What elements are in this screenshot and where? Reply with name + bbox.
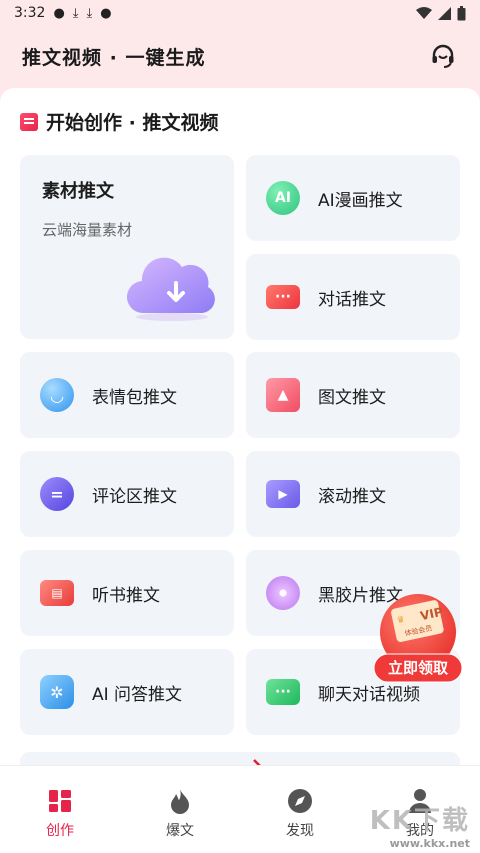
- image-text-tweet-tile[interactable]: ▲ 图文推文: [246, 352, 460, 438]
- chat-icon: ···: [266, 679, 300, 705]
- ai-qa-tweet-tile[interactable]: ✲ AI 问答推文: [20, 649, 234, 735]
- image-icon: ▲: [266, 378, 300, 412]
- vip-claim-button: 立即领取: [388, 659, 449, 677]
- ai-comic-tweet-tile[interactable]: AI AI漫画推文: [246, 155, 460, 241]
- status-time: 3:32: [14, 5, 46, 21]
- wifi-icon: [416, 6, 432, 19]
- cloud-download-icon: [126, 257, 215, 321]
- book-icon: ▤: [40, 580, 74, 606]
- battery-icon: [457, 5, 466, 20]
- signal-icon: [438, 6, 451, 20]
- wechat-icon: ●: [100, 5, 112, 21]
- tile-label: 图文推文: [318, 387, 386, 408]
- material-tweet-tile[interactable]: 素材推文 云端海量素材: [20, 155, 234, 339]
- grid-icon: [47, 788, 73, 814]
- emoji-icon: ◡: [40, 378, 74, 412]
- watermark-url: www.kkx.net: [389, 837, 470, 850]
- audiobook-tweet-tile[interactable]: ▤ 听书推文: [20, 550, 234, 636]
- tab-label: 爆文: [166, 823, 194, 839]
- tab-create[interactable]: 创作: [0, 766, 120, 853]
- tab-label: 创作: [46, 823, 74, 839]
- ai-comic-icon: AI: [266, 181, 300, 215]
- compass-icon: [287, 788, 313, 814]
- vip-promo-badge[interactable]: VIP 体验会员 ♛ 立即领取: [372, 592, 464, 688]
- comment-icon: =: [40, 477, 74, 511]
- headset-icon: [432, 44, 454, 68]
- tile-label: AI 问答推文: [92, 684, 183, 705]
- tile-label: 表情包推文: [92, 387, 177, 408]
- status-bar: 3:32 ● ⤓ ⤓ ●: [0, 0, 480, 26]
- tab-hot[interactable]: 爆文: [120, 766, 240, 853]
- vinyl-icon: [266, 576, 300, 610]
- tile-label: 评论区推文: [92, 486, 177, 507]
- dialog-icon: ···: [266, 285, 300, 309]
- customer-service-button[interactable]: [428, 41, 458, 71]
- download-icon: ⤓: [86, 5, 93, 21]
- emoji-tweet-tile[interactable]: ◡ 表情包推文: [20, 352, 234, 438]
- app-title: 推文视频 · 一键生成: [22, 46, 206, 69]
- app-header: 推文视频 · 一键生成: [0, 26, 480, 86]
- watermark-text: KK下载: [369, 806, 470, 836]
- create-section-icon: [20, 112, 38, 131]
- tile-label: AI漫画推文: [318, 190, 403, 211]
- download-icon: ⤓: [72, 5, 79, 21]
- section-title: 开始创作 · 推文视频: [46, 112, 219, 134]
- qa-icon: ✲: [40, 675, 74, 709]
- tile-label: 对话推文: [318, 289, 386, 310]
- material-tweet-subtitle: 云端海量素材: [42, 221, 133, 239]
- scroll-tweet-tile[interactable]: ▶ 滚动推文: [246, 451, 460, 537]
- dialog-tweet-tile[interactable]: ··· 对话推文: [246, 254, 460, 340]
- tile-label: 听书推文: [92, 585, 160, 606]
- flame-icon: [167, 788, 193, 814]
- section-header: 开始创作 · 推文视频: [20, 108, 218, 135]
- comment-tweet-tile[interactable]: = 评论区推文: [20, 451, 234, 537]
- tile-label: 滚动推文: [318, 486, 386, 507]
- tab-label: 发现: [286, 823, 314, 839]
- tab-discover[interactable]: 发现: [240, 766, 360, 853]
- watermark: KK下载 www.kkx.net: [370, 800, 470, 850]
- scroll-play-icon: ▶: [266, 480, 300, 508]
- wechat-icon: ●: [53, 5, 65, 21]
- material-tweet-title: 素材推文: [42, 181, 114, 202]
